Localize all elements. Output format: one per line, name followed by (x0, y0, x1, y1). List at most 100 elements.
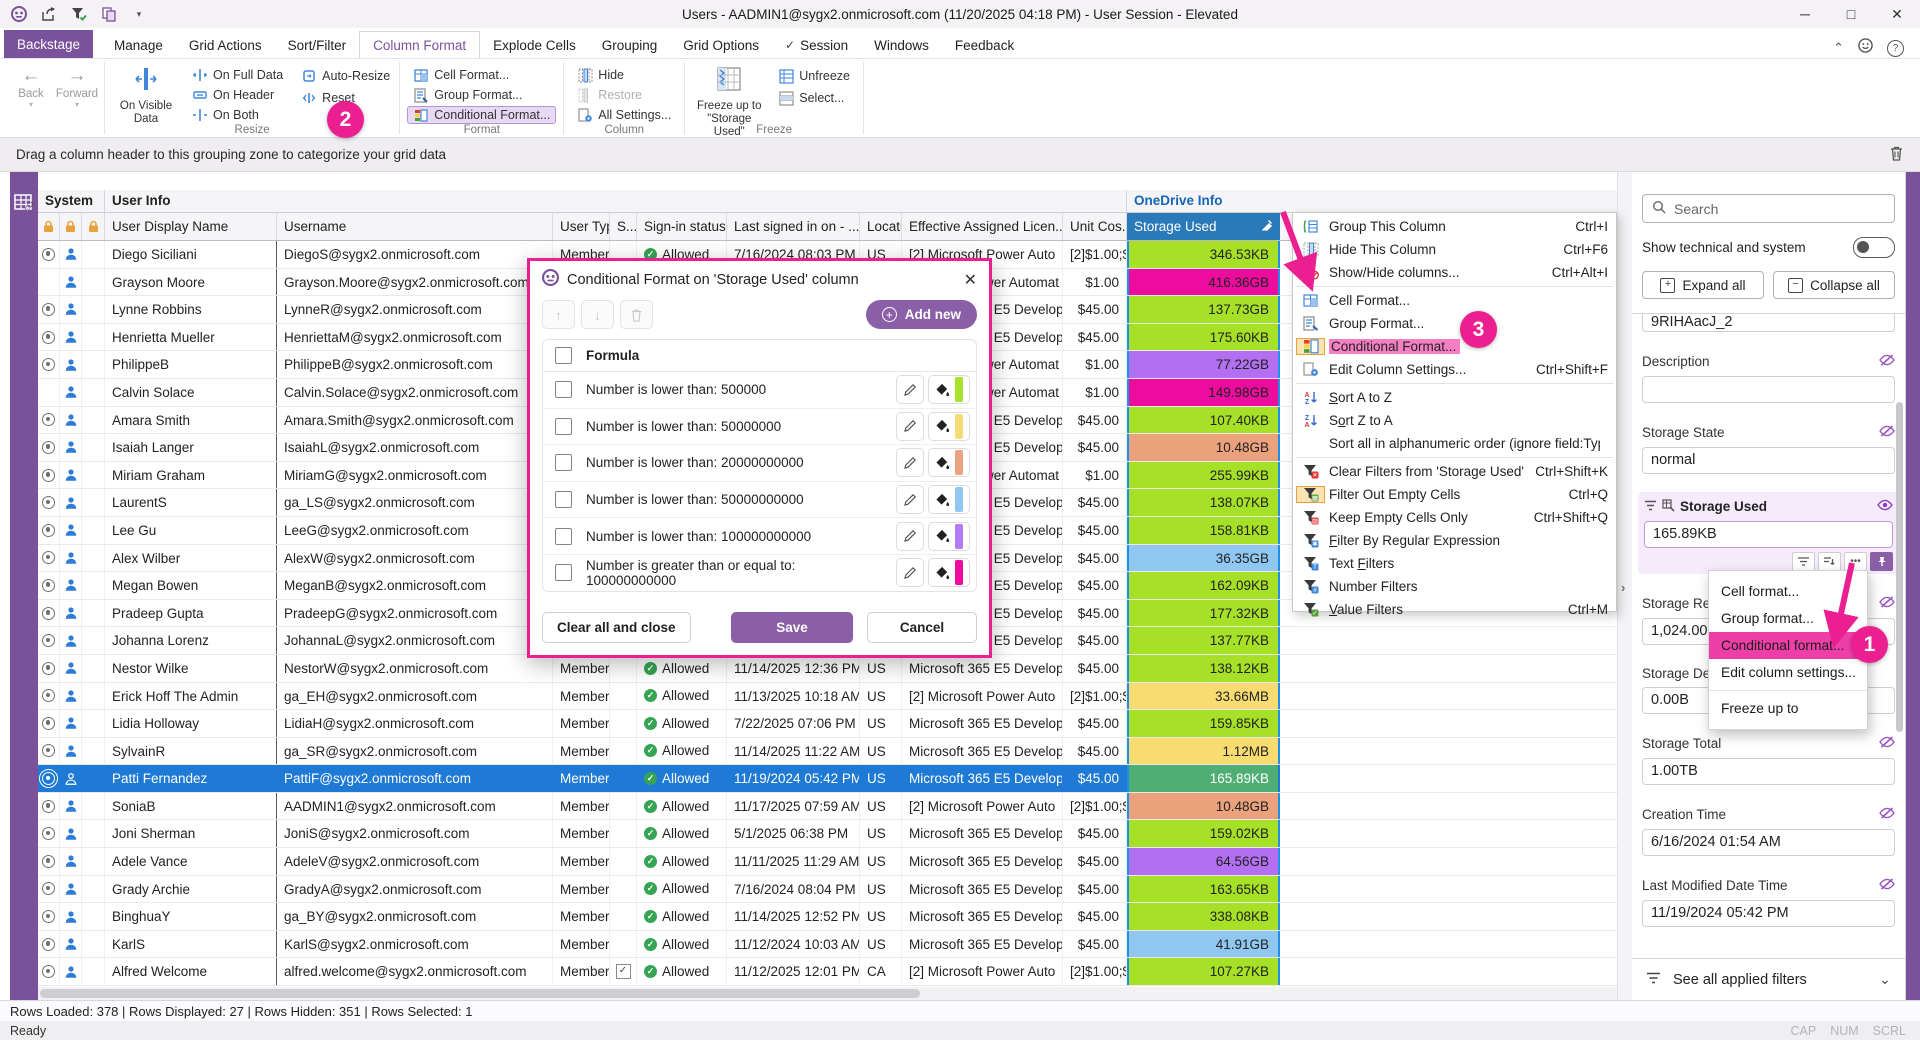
user-icon-cell[interactable] (60, 434, 82, 461)
storage-used-cell[interactable]: 175.60KB (1127, 324, 1280, 351)
row-target-cell[interactable] (38, 434, 60, 461)
menu-item-sort-z-to-a[interactable]: ZASort Z to A (1293, 409, 1616, 432)
eye-slash-icon[interactable] (1879, 806, 1895, 823)
tab-sort-filter[interactable]: Sort/Filter (275, 32, 360, 58)
user-type-cell[interactable]: Member (553, 793, 610, 820)
expand-all-button[interactable]: +Expand all (1642, 271, 1764, 299)
sign-in-status-cell[interactable]: ✓Allowed (637, 655, 727, 682)
row-target-cell[interactable] (38, 738, 60, 765)
user-display-name-cell[interactable]: Alex Wilber (105, 545, 277, 572)
select-freeze-button[interactable]: Select... (773, 89, 855, 107)
unit-cost-cell[interactable]: $1.00 (1063, 379, 1127, 406)
horizontal-scrollbar-thumb[interactable] (40, 989, 920, 998)
sync-status-cell[interactable] (610, 655, 637, 682)
user-icon-cell[interactable] (60, 903, 82, 930)
collapse-ribbon-icon[interactable]: ⌃ (1833, 40, 1844, 56)
storage-used-cell[interactable]: 77.22GB (1127, 351, 1280, 378)
table-row[interactable]: SylvainRga_SR@sygx2.onmicrosoft.comMembe… (38, 738, 1617, 766)
username-cell[interactable]: JohannaL@sygx2.onmicrosoft.com (277, 627, 553, 654)
user-display-name-cell[interactable]: Patti Fernandez (105, 765, 277, 792)
last-signed-in-cell[interactable]: 11/11/2025 11:29 AM (727, 848, 860, 875)
user-display-name-cell[interactable]: Lynne Robbins (105, 296, 277, 323)
user-type-cell[interactable]: Member (553, 848, 610, 875)
tab-column-format[interactable]: Column Format (359, 31, 480, 58)
last-signed-in-cell[interactable]: 7/16/2024 08:04 PM (727, 876, 860, 903)
storage-used-cell[interactable]: 163.65KB (1127, 876, 1280, 903)
row-target-cell[interactable] (38, 958, 60, 985)
username-cell[interactable]: AlexW@sygx2.onmicrosoft.com (277, 545, 553, 572)
on-full-data-button[interactable]: On Full Data (187, 67, 288, 83)
row-target-cell[interactable] (38, 903, 60, 930)
menu-item-group-format[interactable]: Group Format... (1293, 312, 1616, 335)
column-header-locatio[interactable]: Locatio... (860, 213, 902, 240)
user-display-name-cell[interactable]: Isaiah Langer (105, 434, 277, 461)
username-cell[interactable]: DiegoS@sygx2.onmicrosoft.com (277, 241, 553, 268)
unit-cost-cell[interactable]: $45.00 (1063, 627, 1127, 654)
row-target-cell[interactable] (38, 793, 60, 820)
user-type-cell[interactable]: Member (553, 820, 610, 847)
fill-color-button[interactable] (928, 375, 970, 404)
storage-used-field[interactable]: 165.89KB (1644, 521, 1893, 548)
last-signed-in-cell[interactable]: 11/17/2025 07:59 AM (727, 793, 860, 820)
username-cell[interactable]: GradyA@sygx2.onmicrosoft.com (277, 876, 553, 903)
qat-dropdown-icon[interactable]: ▾ (130, 5, 148, 23)
username-cell[interactable]: IsaiahL@sygx2.onmicrosoft.com (277, 434, 553, 461)
license-cell[interactable]: Microsoft 365 E5 Develop (902, 710, 1063, 737)
row-target-cell[interactable] (38, 683, 60, 710)
storage-used-cell[interactable]: 138.12KB (1127, 655, 1280, 682)
sync-status-cell[interactable]: ✓ (610, 958, 637, 985)
storage-used-cell[interactable]: 138.07KB (1127, 489, 1280, 516)
unit-cost-cell[interactable]: $45.00 (1063, 820, 1127, 847)
user-type-cell[interactable]: Member (553, 958, 610, 985)
eye-slash-icon[interactable] (1879, 424, 1895, 441)
panel-splitter[interactable]: › (1617, 172, 1632, 1000)
last-signed-in-cell[interactable]: 11/12/2024 10:03 AM (727, 931, 860, 958)
username-cell[interactable]: MeganB@sygx2.onmicrosoft.com (277, 572, 553, 599)
username-cell[interactable]: HenriettaM@sygx2.onmicrosoft.com (277, 324, 553, 351)
unit-cost-cell[interactable]: $45.00 (1063, 489, 1127, 516)
sign-in-status-cell[interactable]: ✓Allowed (637, 903, 727, 930)
maximize-button[interactable]: □ (1828, 0, 1874, 28)
user-type-cell[interactable]: Member (553, 876, 610, 903)
user-display-name-cell[interactable]: KarlS (105, 931, 277, 958)
user-icon-cell[interactable] (60, 269, 82, 296)
user-icon-cell[interactable] (60, 324, 82, 351)
location-cell[interactable]: US (860, 931, 902, 958)
expand-chevron-icon[interactable]: › (30, 196, 34, 211)
user-type-cell[interactable]: Member (553, 903, 610, 930)
band-onedrive-info[interactable]: OneDrive Info (1127, 190, 1617, 212)
table-row[interactable]: Erick Hoff The Adminga_EH@sygx2.onmicros… (38, 683, 1617, 711)
horizontal-scrollbar[interactable] (38, 987, 1617, 1000)
fill-color-button[interactable] (928, 412, 970, 441)
user-display-name-cell[interactable]: SoniaB (105, 793, 277, 820)
license-cell[interactable]: [2] Microsoft Power Auto (902, 793, 1063, 820)
row-target-cell[interactable] (38, 931, 60, 958)
license-cell[interactable]: Microsoft 365 E5 Develop (902, 820, 1063, 847)
creation-time-field[interactable]: 6/16/2024 01:54 AM (1642, 829, 1895, 856)
table-row[interactable]: Lidia HollowayLidiaH@sygx2.onmicrosoft.c… (38, 710, 1617, 738)
rule-checkbox[interactable] (555, 381, 572, 398)
user-display-name-cell[interactable]: Nestor Wilke (105, 655, 277, 682)
sort-down-button[interactable] (1818, 552, 1841, 571)
show-technical-toggle[interactable] (1853, 237, 1895, 258)
sign-in-status-cell[interactable]: ✓Allowed (637, 848, 727, 875)
user-icon-cell[interactable] (60, 683, 82, 710)
storage-state-field[interactable]: normal (1642, 447, 1895, 474)
license-cell[interactable]: [2] Microsoft Power Auto (902, 683, 1063, 710)
unit-cost-cell[interactable]: $45.00 (1063, 655, 1127, 682)
username-cell[interactable]: Amara.Smith@sygx2.onmicrosoft.com (277, 407, 553, 434)
add-new-button[interactable]: +Add new (866, 300, 977, 329)
unit-cost-cell[interactable]: $45.00 (1063, 517, 1127, 544)
unit-cost-cell[interactable]: $45.00 (1063, 296, 1127, 323)
id-field[interactable]: 9RIHAacJ_2 (1642, 314, 1895, 332)
unit-cost-cell[interactable]: $45.00 (1063, 545, 1127, 572)
row-target-cell[interactable] (38, 379, 60, 406)
menu-item-keep-empty-cells-only[interactable]: ▨Keep Empty Cells OnlyCtrl+Shift+Q (1293, 506, 1616, 529)
user-icon-cell[interactable] (60, 489, 82, 516)
user-icon-cell[interactable] (60, 379, 82, 406)
row-target-cell[interactable] (38, 489, 60, 516)
unit-cost-cell[interactable]: [2]$1.00;$4 (1063, 958, 1127, 985)
sign-in-status-cell[interactable]: ✓Allowed (637, 738, 727, 765)
hide-column-button[interactable]: Hide (572, 67, 676, 83)
move-down-button[interactable]: ↓ (581, 300, 614, 329)
